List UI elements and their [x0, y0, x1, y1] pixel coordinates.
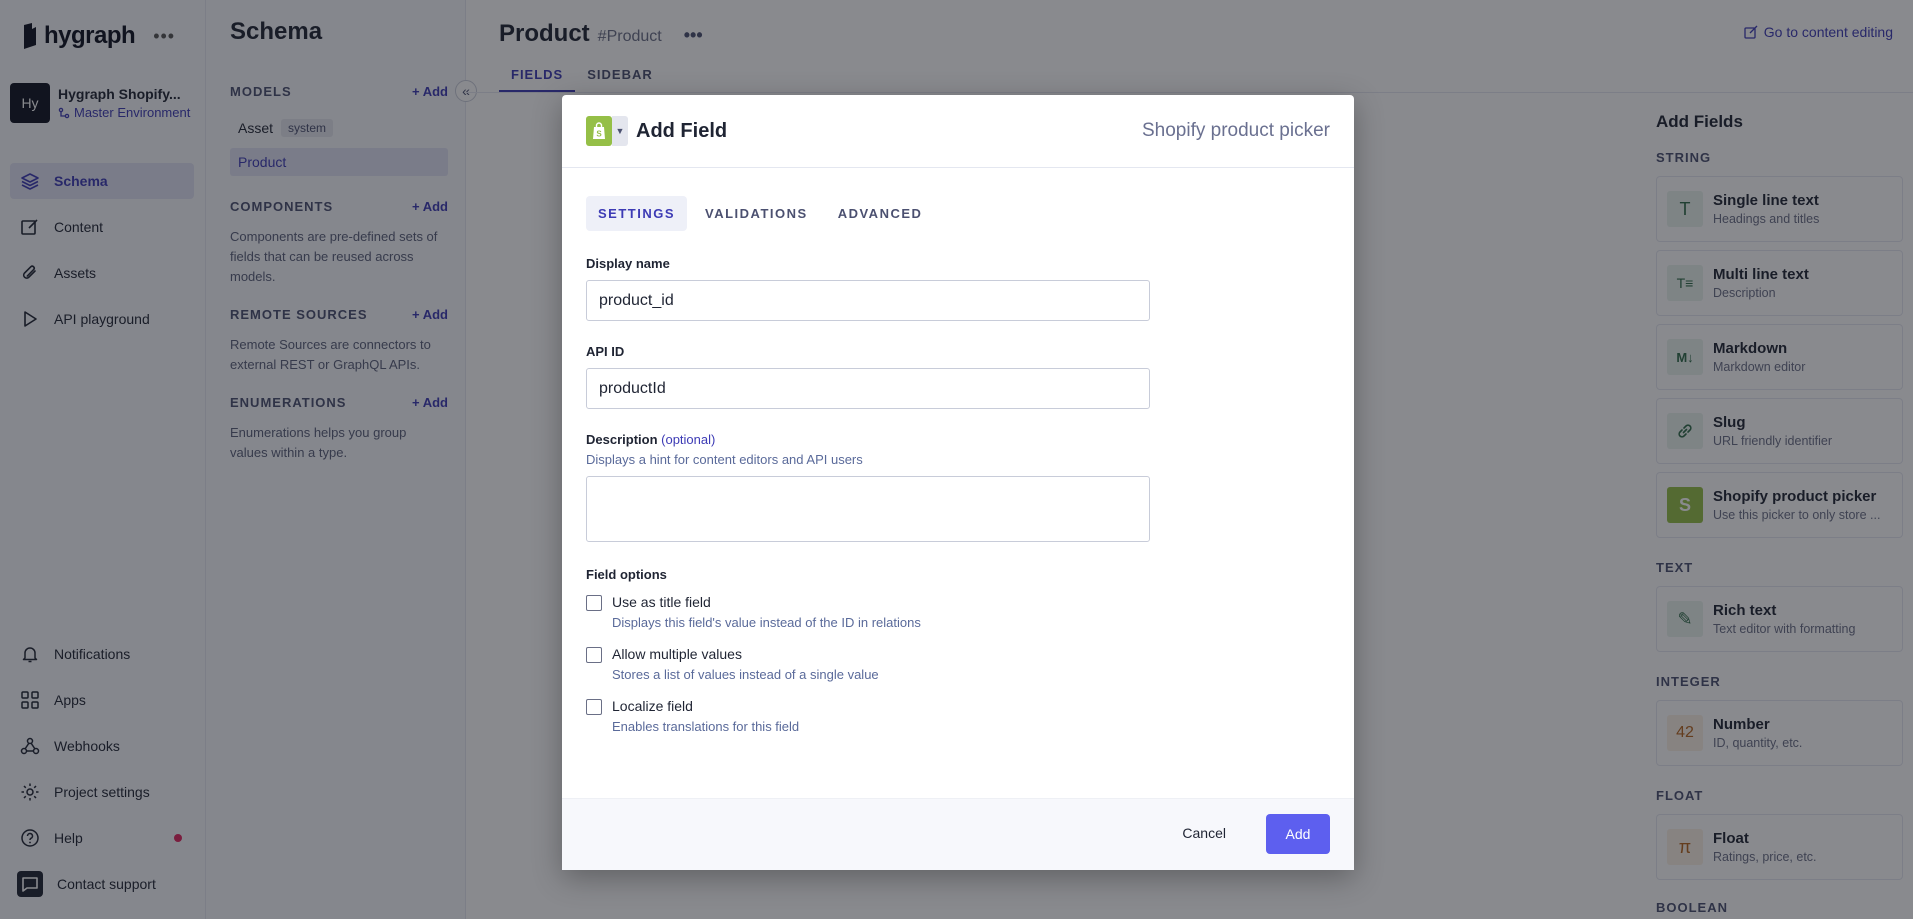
localize-checkbox[interactable]	[586, 699, 602, 715]
display-name-input[interactable]	[586, 280, 1150, 321]
field-options-heading: Field options	[586, 567, 667, 582]
option-localize[interactable]: Localize field Enables translations for …	[586, 698, 799, 734]
field-icon-picker[interactable]: S ▼	[586, 116, 628, 146]
description-hint: Displays a hint for content editors and …	[586, 452, 863, 467]
description-textarea[interactable]	[586, 476, 1150, 542]
option-allow-multiple[interactable]: Allow multiple values Stores a list of v…	[586, 646, 879, 682]
dialog-tabs: SETTINGS VALIDATIONS ADVANCED	[586, 196, 934, 231]
option-title: Allow multiple values	[612, 646, 742, 662]
add-button[interactable]: Add	[1266, 814, 1330, 854]
option-title: Localize field	[612, 698, 693, 714]
cancel-button[interactable]: Cancel	[1170, 817, 1238, 849]
api-id-input[interactable]	[586, 368, 1150, 409]
add-field-dialog: S ▼ Add Field Shopify product picker SET…	[562, 95, 1354, 870]
tab-settings[interactable]: SETTINGS	[586, 196, 688, 231]
allow-multiple-checkbox[interactable]	[586, 647, 602, 663]
option-title: Use as title field	[612, 594, 711, 610]
option-desc: Enables translations for this field	[612, 719, 800, 734]
tab-advanced[interactable]: ADVANCED	[826, 196, 935, 231]
use-as-title-checkbox[interactable]	[586, 595, 602, 611]
field-type-label: Shopify product picker	[1142, 120, 1330, 141]
dialog-header: S ▼ Add Field Shopify product picker	[562, 95, 1354, 168]
display-name-label: Display name	[586, 256, 670, 271]
option-desc: Stores a list of values instead of a sin…	[612, 667, 879, 682]
chevron-down-icon: ▼	[612, 116, 628, 146]
description-label: Description (optional)	[586, 432, 716, 447]
dialog-footer: Cancel Add	[562, 798, 1354, 870]
svg-text:S: S	[596, 130, 602, 139]
optional-tag: (optional)	[661, 432, 716, 447]
shopify-icon: S	[586, 116, 612, 146]
option-desc: Displays this field's value instead of t…	[612, 615, 921, 630]
option-use-as-title[interactable]: Use as title field Displays this field's…	[586, 594, 921, 630]
dialog-title: Add Field	[636, 119, 728, 142]
tab-validations[interactable]: VALIDATIONS	[693, 196, 820, 231]
api-id-label: API ID	[586, 344, 625, 359]
